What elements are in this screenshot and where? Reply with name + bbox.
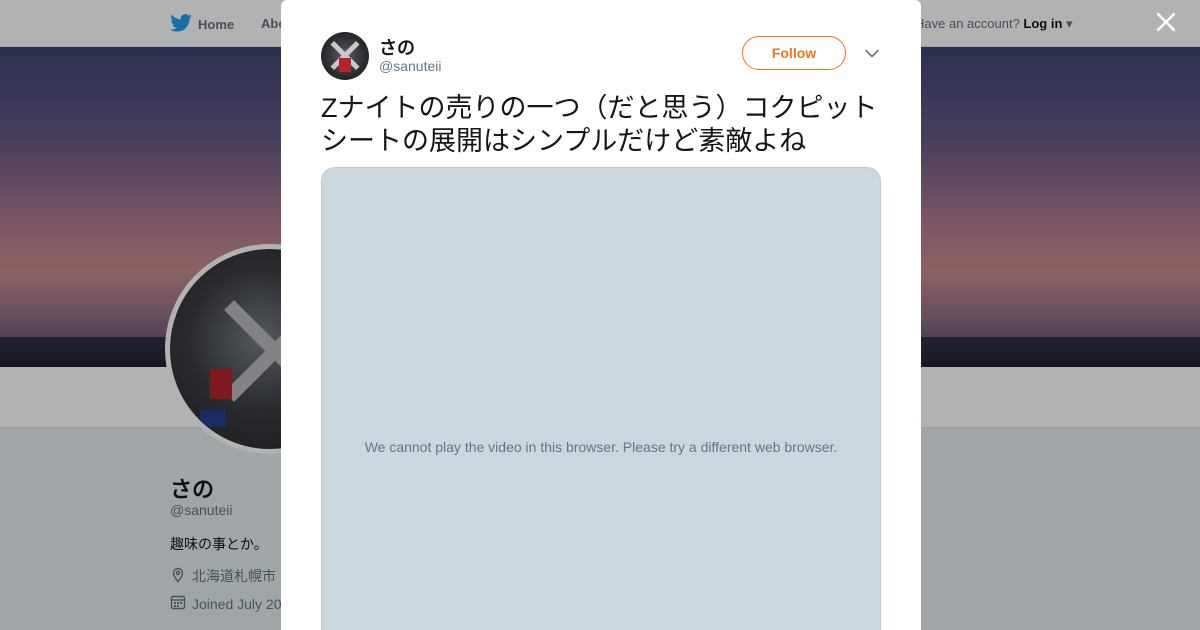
chevron-down-icon [865,45,879,63]
tweet-options-button[interactable] [863,45,881,63]
tweet-text: Zナイトの売りの一つ（だと思う）コクピットシートの展開はシンプルだけど素敵よね [321,93,878,156]
tweet-author-handle[interactable]: @sanuteii [379,58,441,74]
close-button[interactable] [1152,10,1180,38]
video-unsupported-message: We cannot play the video in this browser… [364,439,838,455]
tweet-author-name[interactable]: さの [379,34,415,60]
close-icon [1156,12,1176,37]
tweet-modal: さの @sanuteii Follow Zナイトの売りの一つ（だと思う）コクピッ… [281,0,921,630]
video-player[interactable]: We cannot play the video in this browser… [321,167,881,630]
tweet-author-avatar[interactable] [321,32,369,80]
follow-button[interactable]: Follow [742,36,846,70]
